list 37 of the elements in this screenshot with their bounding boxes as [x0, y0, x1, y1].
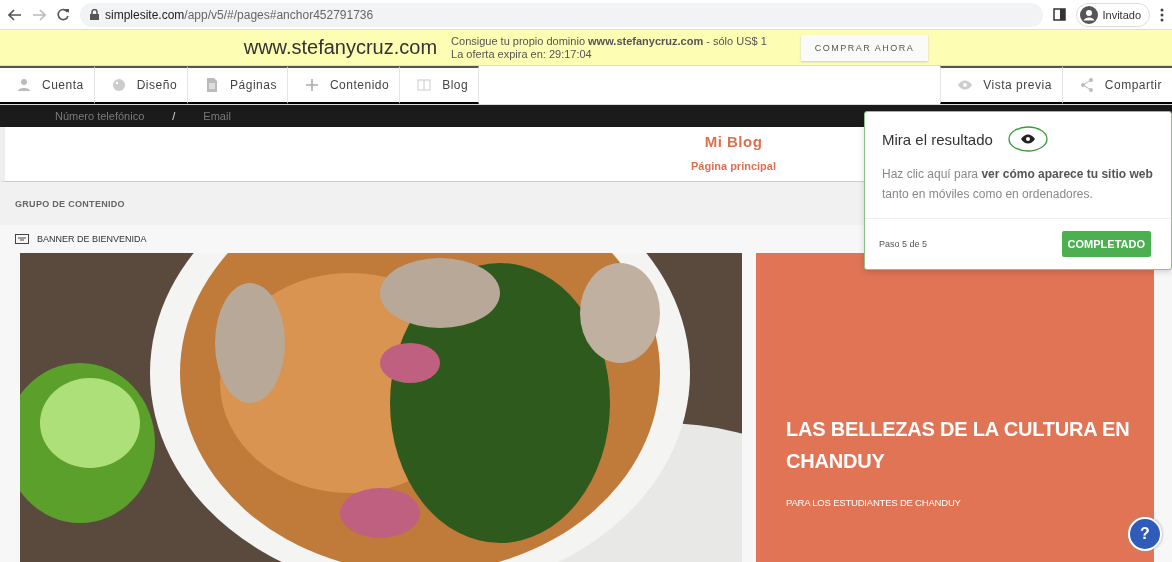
- site-title: Mi Blog: [704, 133, 763, 150]
- share-icon: [1078, 77, 1095, 93]
- eye-icon: [1006, 124, 1049, 154]
- back-icon[interactable]: [8, 8, 22, 21]
- address-bar[interactable]: simplesite.com/app/v5/#/pages#anchor452791736: [80, 2, 1044, 27]
- toolbar-tab[interactable]: Blog: [400, 66, 480, 104]
- lock-icon: [90, 9, 99, 20]
- banner-icon: [15, 234, 29, 244]
- section-label: GRUPO DE CONTENIDO: [15, 198, 125, 209]
- toolbar-tab[interactable]: Cuenta: [0, 66, 95, 104]
- offer-expiry: La oferta expira en: 29:17:04: [451, 47, 593, 61]
- book-icon: [416, 77, 433, 93]
- offer-text: Consigue tu propio dominio www.stefanycruz.com - sólo US$ 1: [451, 34, 767, 48]
- section-label: BANNER DE BIENVENIDA: [37, 234, 147, 244]
- menu-icon[interactable]: [1160, 7, 1164, 22]
- toolbar-tab[interactable]: Vista previa: [940, 66, 1062, 104]
- email-text: Email: [203, 110, 231, 122]
- plus-icon: [303, 77, 320, 93]
- step-counter: Paso 5 de 5: [879, 239, 928, 249]
- toolbar-tab[interactable]: Compartir: [1061, 66, 1172, 104]
- toolbar-tab[interactable]: Contenido: [287, 66, 401, 104]
- popover-title: Mira el resultado: [882, 130, 993, 148]
- url-text: simplesite.com/app/v5/#/pages#anchor452791736: [105, 7, 374, 22]
- toolbar-tab[interactable]: Diseño: [94, 66, 189, 104]
- banner-subheading: PARA LOS ESTUDIANTES DE CHANDUY: [786, 497, 962, 508]
- phone-text: Número telefónico: [55, 110, 145, 122]
- buy-now-button[interactable]: COMPRAR AHORA: [800, 34, 929, 61]
- toolbar-tab[interactable]: Páginas: [188, 66, 288, 104]
- domain-name: www.stefanycruz.com: [243, 36, 438, 59]
- avatar-icon: [1080, 5, 1099, 24]
- banner-heading: LAS BELLEZAS DE LA CULTURA EN CHANDUY: [786, 417, 1131, 474]
- reload-icon[interactable]: [56, 7, 70, 22]
- user-icon: [16, 77, 32, 93]
- popover-text: Haz clic aquí para ver cómo aparece tu sitio web tanto en móviles como en ordenadores.: [882, 166, 1154, 203]
- separator-text: /: [172, 110, 176, 122]
- palette-icon: [110, 77, 127, 93]
- side-panel-icon[interactable]: [1053, 8, 1067, 21]
